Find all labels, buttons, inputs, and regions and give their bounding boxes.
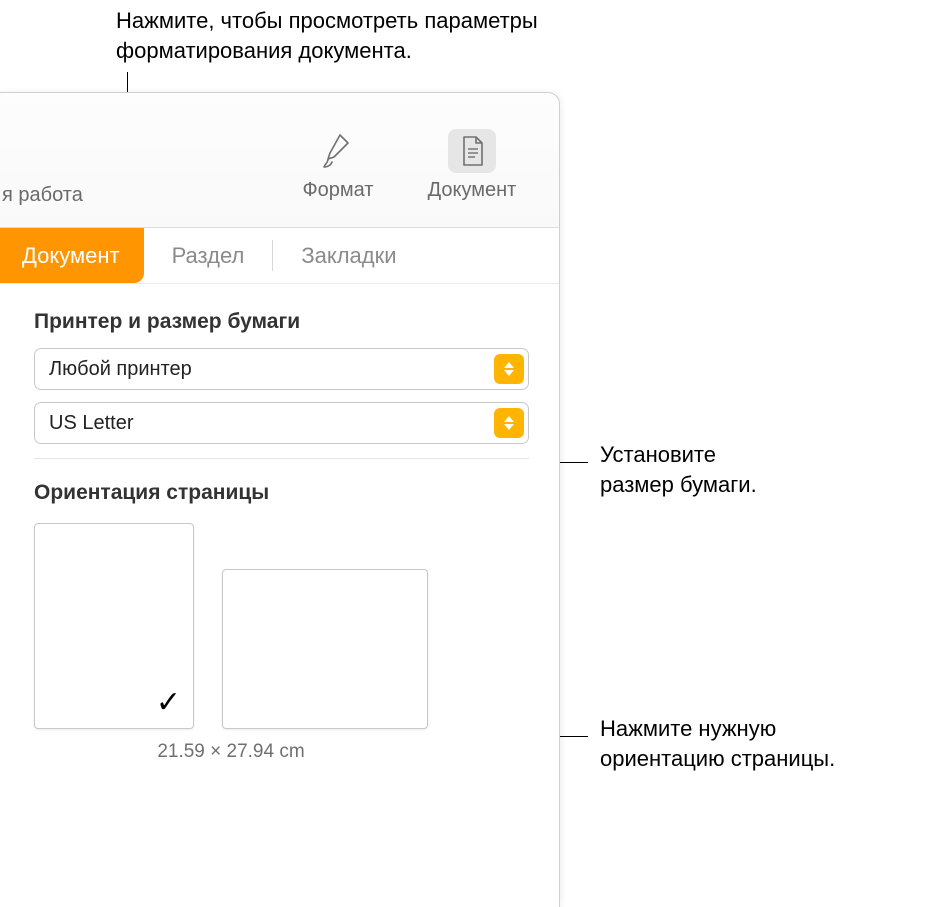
orientation-section: Ориентация страницы ✓ 21.59 × 27.94 cm xyxy=(0,459,559,763)
document-inspector-panel: я работа Формат xyxy=(0,92,560,907)
dropdown-stepper-icon xyxy=(494,354,524,384)
tab-section[interactable]: Раздел xyxy=(144,228,273,283)
toolbar-truncated-label: я работа xyxy=(2,184,83,207)
toolbar-format-button[interactable]: Формат xyxy=(288,123,388,202)
inspector-tabs: Документ Раздел Закладки xyxy=(0,228,559,284)
paper-size-dropdown[interactable]: US Letter xyxy=(34,402,529,444)
printer-dropdown-value: Любой принтер xyxy=(49,358,494,381)
callout-document-format: Нажмите, чтобы просмотреть параметры фор… xyxy=(116,6,616,65)
tab-bookmarks[interactable]: Закладки xyxy=(273,228,424,283)
document-page-icon xyxy=(412,123,532,179)
toolbar-format-label: Формат xyxy=(288,179,388,202)
tab-document-label: Документ xyxy=(22,243,120,269)
tab-document[interactable]: Документ xyxy=(0,228,144,283)
dropdown-stepper-icon xyxy=(494,408,524,438)
printer-paper-section: Принтер и размер бумаги Любой принтер US… xyxy=(0,284,559,459)
toolbar-document-button[interactable]: Документ xyxy=(412,123,532,202)
format-brush-icon xyxy=(288,123,388,179)
toolbar-truncated-item: я работа xyxy=(0,93,115,227)
callout-orientation: Нажмите нужную ориентацию страницы. xyxy=(600,714,835,773)
orientation-title: Ориентация страницы xyxy=(34,481,529,505)
printer-paper-title: Принтер и размер бумаги xyxy=(34,310,529,334)
toolbar: я работа Формат xyxy=(0,93,559,228)
page-dimensions: 21.59 × 27.94 cm xyxy=(34,741,428,763)
toolbar-document-label: Документ xyxy=(412,179,532,202)
paper-size-dropdown-value: US Letter xyxy=(49,412,494,435)
checkmark-icon: ✓ xyxy=(156,685,181,720)
orientation-portrait[interactable]: ✓ xyxy=(34,523,194,729)
tab-bookmarks-label: Закладки xyxy=(301,243,396,269)
orientation-options: ✓ xyxy=(34,523,529,729)
printer-dropdown[interactable]: Любой принтер xyxy=(34,348,529,390)
orientation-landscape[interactable] xyxy=(222,569,428,729)
tab-section-label: Раздел xyxy=(172,243,245,269)
callout-paper-size: Установите размер бумаги. xyxy=(600,440,757,499)
